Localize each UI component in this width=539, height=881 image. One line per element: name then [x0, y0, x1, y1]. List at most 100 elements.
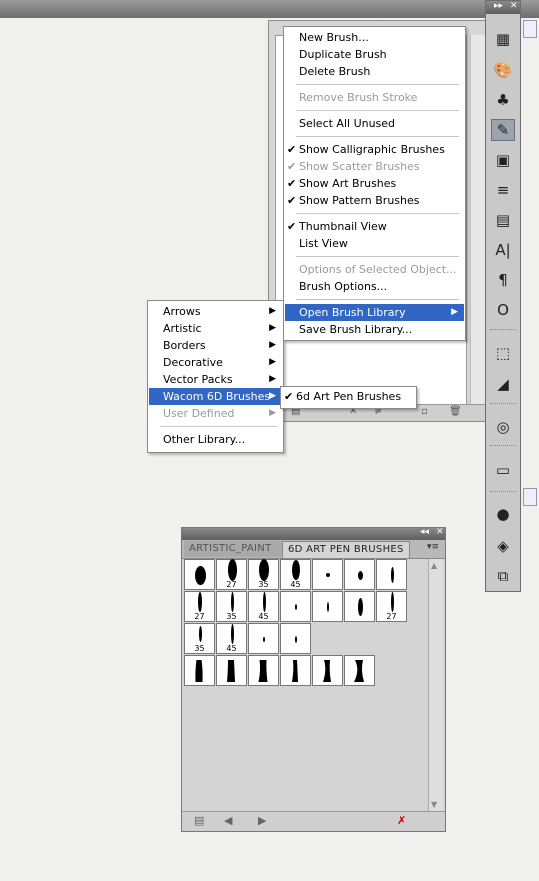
menu-item-remove-brush-stroke[interactable]: Remove Brush Stroke	[285, 89, 464, 106]
art-brushes-library-panel: ◂◂ ✕ ARTISTIC_PAINT 6D ART PEN BRUSHES ▾…	[181, 527, 446, 832]
paragraph-icon[interactable]: ¶	[491, 269, 515, 291]
layers-icon[interactable]: ◈	[491, 535, 515, 557]
delete-brush-icon[interactable]: 🗑	[449, 406, 462, 417]
library-item-arrows[interactable]: Arrows ▶	[149, 303, 282, 320]
brush-swatch[interactable]: 35	[248, 559, 279, 590]
library-item-wacom-6d-brushes[interactable]: Wacom 6D Brushes ▶	[149, 388, 282, 405]
swatches-icon[interactable]: ▦	[491, 28, 515, 50]
wacom-item-0[interactable]: ✔ 6d Art Pen Brushes	[282, 388, 415, 405]
collapse-icon[interactable]: ◂◂	[420, 527, 429, 537]
brush-tip-shape	[262, 592, 266, 612]
new-brush-icon[interactable]: ▫	[421, 406, 428, 417]
brush-tip-shape	[357, 570, 363, 580]
menu-item-brush-options[interactable]: Brush Options...	[285, 278, 464, 295]
appearance-icon[interactable]: ●	[491, 503, 515, 525]
color-guide-icon[interactable]: ▭	[491, 459, 515, 481]
library-item-artistic[interactable]: Artistic ▶	[149, 320, 282, 337]
scroll-up-icon[interactable]: ▲	[431, 561, 437, 570]
art-stroke-preview	[323, 660, 331, 682]
checkmark-icon: ✔	[287, 194, 297, 207]
scroll-up-arrow[interactable]	[523, 20, 537, 38]
brush-swatch[interactable]	[312, 591, 343, 622]
menu-item-thumbnail-view[interactable]: ✔ Thumbnail View	[285, 218, 464, 235]
next-library-icon[interactable]: ▶	[258, 814, 266, 827]
scroll-thumb[interactable]	[523, 488, 537, 506]
collapse-icon[interactable]: ▸▸	[494, 1, 503, 11]
symbols-icon[interactable]: ♣	[491, 89, 515, 111]
menu-item-show-pattern-brushes[interactable]: ✔ Show Pattern Brushes	[285, 192, 464, 209]
persistent-library-icon[interactable]: ✗	[397, 814, 406, 827]
align-icon[interactable]: ▤	[491, 209, 515, 231]
close-icon[interactable]: ✕	[436, 527, 444, 537]
brush-swatch[interactable]: 27	[376, 591, 407, 622]
library-item-user-defined[interactable]: User Defined ▶	[149, 405, 282, 422]
brush-swatch[interactable]	[248, 623, 279, 654]
transform-icon[interactable]: ⬚	[491, 342, 515, 364]
library-item-borders[interactable]: Borders ▶	[149, 337, 282, 354]
submenu-arrow-icon: ▶	[269, 340, 276, 350]
brush-swatch[interactable]	[312, 559, 343, 590]
brush-swatch[interactable]: 35	[216, 591, 247, 622]
palette-icon[interactable]: 🎨	[491, 59, 515, 81]
menu-item-new-brush[interactable]: New Brush...	[285, 29, 464, 46]
menu-item-options-of-selected-object[interactable]: Options of Selected Object...	[285, 261, 464, 278]
art-stroke-swatch[interactable]	[344, 655, 375, 686]
menu-item-save-brush-library[interactable]: Save Brush Library...	[285, 321, 464, 338]
checkmark-icon: ✔	[287, 160, 297, 173]
library-item-vector-packs[interactable]: Vector Packs ▶	[149, 371, 282, 388]
brush-swatch[interactable]: 35	[184, 623, 215, 654]
panel-scrollbar[interactable]: ▲ ▼	[428, 559, 443, 811]
checkmark-icon: ✔	[287, 177, 297, 190]
artboards-icon[interactable]: ⧉	[491, 565, 515, 587]
brush-swatch[interactable]	[184, 559, 215, 590]
brush-swatch[interactable]	[344, 591, 375, 622]
art-stroke-swatch[interactable]	[280, 655, 311, 686]
menu-item-label: Artistic	[163, 322, 202, 335]
previous-library-icon[interactable]: ◀	[224, 814, 232, 827]
brush-swatch[interactable]	[376, 559, 407, 590]
dock-separator	[490, 491, 516, 492]
tab-artistic-paint[interactable]: ARTISTIC_PAINT	[184, 541, 282, 557]
menu-item-open-brush-library[interactable]: Open Brush Library ▶	[285, 304, 464, 321]
art-stroke-swatch[interactable]	[248, 655, 279, 686]
tab-6d-art-pen-brushes[interactable]: 6D ART PEN BRUSHES	[282, 541, 410, 558]
menu-item-duplicate-brush[interactable]: Duplicate Brush	[285, 46, 464, 63]
menu-item-delete-brush[interactable]: Delete Brush	[285, 63, 464, 80]
brush-tip-shape	[390, 592, 394, 612]
library-item-decorative[interactable]: Decorative ▶	[149, 354, 282, 371]
brush-swatch[interactable]	[344, 559, 375, 590]
art-stroke-swatch[interactable]	[184, 655, 215, 686]
stroke-icon[interactable]: ≡	[491, 179, 515, 201]
brush-swatch[interactable]: 27	[184, 591, 215, 622]
art-stroke-swatch[interactable]	[312, 655, 343, 686]
brush-swatch[interactable]: 45	[216, 623, 247, 654]
brush-size-label: 35	[226, 612, 237, 621]
art-stroke-swatch[interactable]	[216, 655, 247, 686]
brushes-panel-scrollbar[interactable]	[470, 35, 485, 410]
menu-item-show-calligraphic-brushes[interactable]: ✔ Show Calligraphic Brushes	[285, 141, 464, 158]
opentype-icon[interactable]: O	[491, 299, 515, 321]
menu-item-select-all-unused[interactable]: Select All Unused	[285, 115, 464, 132]
application-title-bar	[0, 0, 539, 18]
brush-swatch[interactable]	[280, 623, 311, 654]
character-icon[interactable]: A|	[491, 239, 515, 261]
brush-swatch[interactable]: 27	[216, 559, 247, 590]
menu-separator	[296, 256, 459, 257]
dock-separator	[490, 329, 516, 330]
menu-item-list-view[interactable]: List View	[285, 235, 464, 252]
brush-library-submenu: Arrows ▶ Artistic ▶ Borders ▶ Decorative ▶ Vecto…	[147, 300, 284, 453]
library-item-other-library[interactable]: Other Library...	[149, 431, 282, 448]
brush-swatch[interactable]	[280, 591, 311, 622]
menu-item-show-art-brushes[interactable]: ✔ Show Art Brushes	[285, 175, 464, 192]
library-menu-icon[interactable]: ▤	[194, 814, 204, 827]
close-icon[interactable]: ✕	[510, 1, 518, 11]
brush-swatch[interactable]: 45	[248, 591, 279, 622]
scroll-down-icon[interactable]: ▼	[431, 800, 437, 809]
brush-swatch[interactable]: 45	[280, 559, 311, 590]
menu-item-show-scatter-brushes[interactable]: ✔ Show Scatter Brushes	[285, 158, 464, 175]
gradient-icon[interactable]: ◢	[491, 373, 515, 395]
transparency-icon[interactable]: ◎	[491, 416, 515, 438]
brushes-icon[interactable]: ✎	[491, 119, 515, 141]
panel-menu-icon[interactable]: ▾≡	[427, 542, 439, 552]
pathfinder-icon[interactable]: ▣	[491, 149, 515, 171]
